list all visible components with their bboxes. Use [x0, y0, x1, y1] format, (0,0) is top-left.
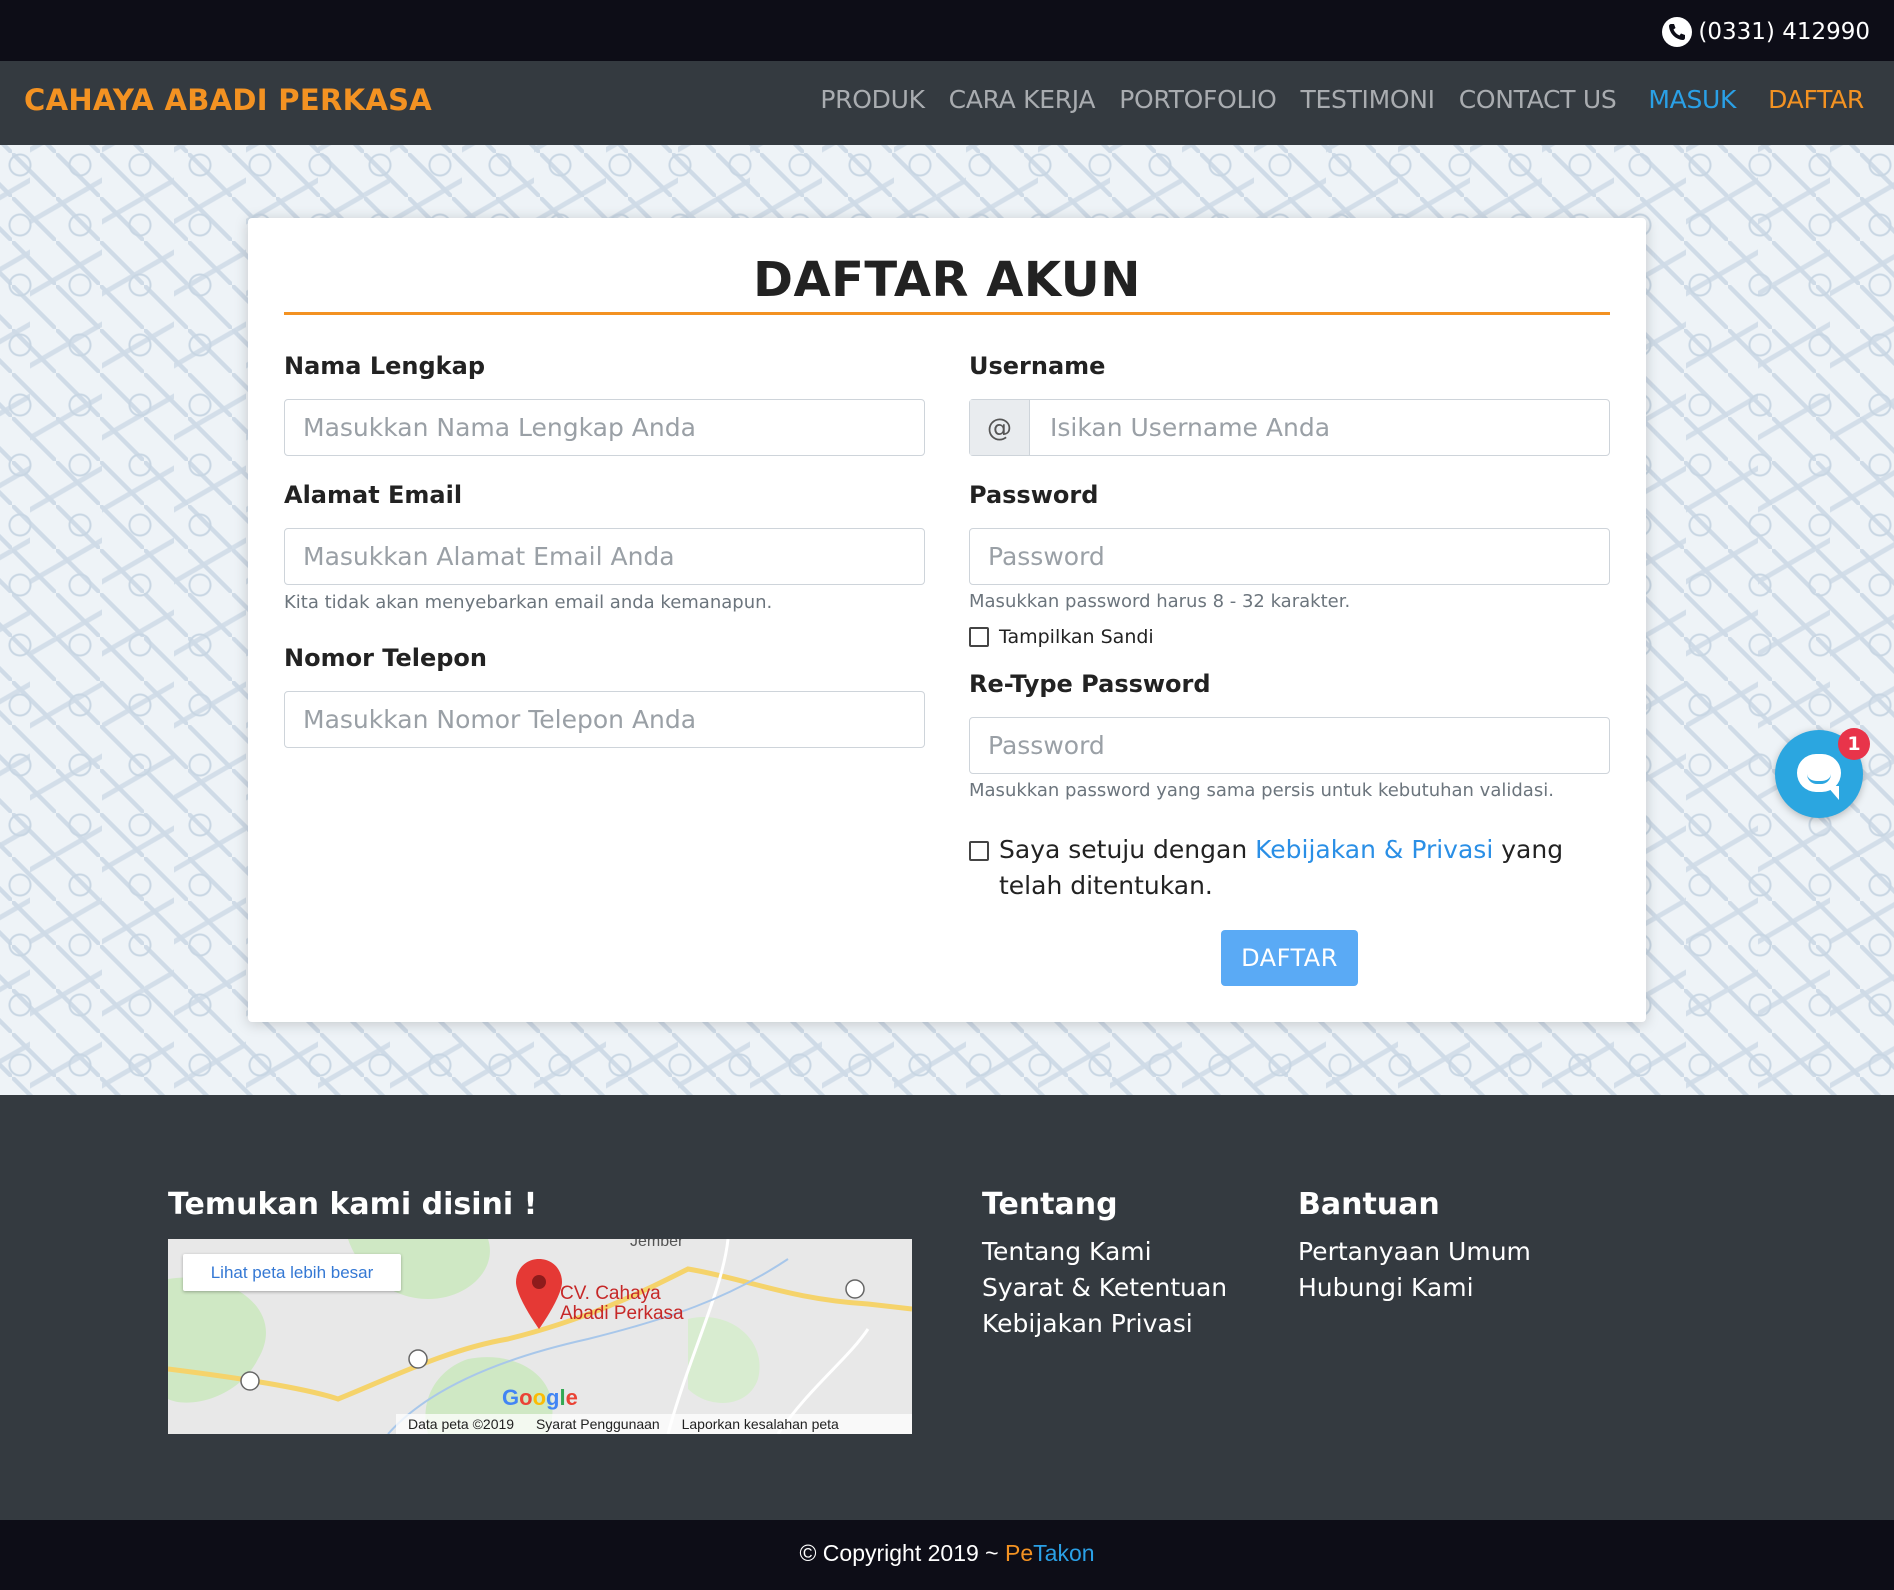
nama-input[interactable]: Masukkan Nama Lengkap Anda: [284, 399, 925, 456]
retype-label: Re-Type Password: [969, 670, 1211, 698]
phone-number: (0331) 412990: [1698, 19, 1870, 45]
map-data-text: Data peta ©2019: [408, 1416, 515, 1432]
username-label: Username: [969, 352, 1106, 380]
nav-masuk[interactable]: MASUK: [1648, 85, 1736, 114]
email-help: Kita tidak akan menyebarkan email anda k…: [284, 592, 773, 613]
chat-icon: [1797, 754, 1841, 800]
footer-link-syarat[interactable]: Syarat & Ketentuan: [982, 1273, 1227, 1302]
show-password-label: Tampilkan Sandi: [999, 626, 1154, 648]
agree-text: Saya setuju dengan Kebijakan & Privasi y…: [999, 832, 1619, 904]
username-input[interactable]: @ Isikan Username Anda: [969, 399, 1610, 456]
nav-portofolio[interactable]: PORTOFOLIO: [1119, 85, 1277, 114]
footer-link-tentang-kami[interactable]: Tentang Kami: [982, 1237, 1152, 1266]
at-sign-addon: @: [970, 400, 1030, 455]
map-place-line2: Abadi Perkasa: [560, 1303, 684, 1324]
footer-link-hubungi[interactable]: Hubungi Kami: [1298, 1273, 1474, 1302]
password-label: Password: [969, 481, 1099, 509]
google-logo: Google: [502, 1385, 578, 1410]
navbar: CAHAYA ABADI PERKASA PRODUK CARA KERJA P…: [0, 61, 1894, 145]
title-divider: [284, 312, 1610, 315]
top-bar: (0331) 412990: [0, 0, 1894, 61]
nav-contact-us[interactable]: CONTACT US: [1459, 85, 1617, 114]
find-us-title: Temukan kami disini !: [168, 1187, 538, 1222]
map-place-line1: CV. Cahaya: [560, 1283, 661, 1304]
map-place-label: CV. Cahaya Abadi Perkasa: [560, 1284, 684, 1324]
page-title: DAFTAR AKUN: [753, 252, 1141, 308]
brand-pe[interactable]: Pe: [1005, 1540, 1033, 1566]
map-attribution-bar: Data peta ©2019 Syarat Penggunaan Lapork…: [396, 1414, 912, 1434]
phone-contact[interactable]: (0331) 412990: [1662, 17, 1870, 47]
email-input[interactable]: Masukkan Alamat Email Anda: [284, 528, 925, 585]
privacy-policy-link[interactable]: Kebijakan & Privasi: [1255, 835, 1493, 864]
footer-link-faq[interactable]: Pertanyaan Umum: [1298, 1237, 1531, 1266]
brand-logo[interactable]: CAHAYA ABADI PERKASA: [24, 83, 432, 117]
password-input[interactable]: Password: [969, 528, 1610, 585]
username-placeholder: Isikan Username Anda: [1050, 413, 1331, 442]
copyright-prefix: © Copyright 2019 ~: [799, 1540, 1006, 1566]
nav-testimoni[interactable]: TESTIMONI: [1301, 85, 1436, 114]
register-card: DAFTAR AKUN Nama Lengkap Masukkan Nama L…: [248, 218, 1646, 1022]
view-larger-map-link[interactable]: Lihat peta lebih besar: [183, 1254, 401, 1291]
nama-label: Nama Lengkap: [284, 352, 486, 380]
password-help: Masukkan password harus 8 - 32 karakter.: [969, 591, 1351, 612]
footer-link-kebijakan[interactable]: Kebijakan Privasi: [982, 1309, 1193, 1338]
copyright-bar: © Copyright 2019 ~ PeTakon: [0, 1520, 1894, 1590]
copyright-text: © Copyright 2019 ~ PeTakon: [0, 1540, 1894, 1567]
agree-checkbox[interactable]: [969, 841, 989, 861]
nav-daftar[interactable]: DAFTAR: [1768, 85, 1864, 114]
telepon-label: Nomor Telepon: [284, 644, 487, 672]
retype-password-input[interactable]: Password: [969, 717, 1610, 774]
map-terms-link[interactable]: Syarat Penggunaan: [536, 1416, 660, 1432]
telepon-input[interactable]: Masukkan Nomor Telepon Anda: [284, 691, 925, 748]
daftar-submit-button[interactable]: DAFTAR: [1221, 930, 1358, 986]
brand-takon[interactable]: Takon: [1033, 1540, 1094, 1566]
show-password-checkbox[interactable]: [969, 627, 989, 647]
agree-prefix: Saya setuju dengan: [999, 835, 1256, 864]
bantuan-title: Bantuan: [1298, 1187, 1440, 1222]
email-label: Alamat Email: [284, 481, 463, 509]
embedded-map[interactable]: Lihat peta lebih besar Jember CV. Cahaya…: [168, 1239, 912, 1434]
nav-cara-kerja[interactable]: CARA KERJA: [949, 85, 1096, 114]
phone-icon: [1662, 17, 1693, 47]
map-town-label: Jember: [630, 1239, 684, 1250]
tentang-title: Tentang: [982, 1187, 1118, 1222]
chat-notification-badge: 1: [1838, 728, 1870, 760]
nav-links: PRODUK CARA KERJA PORTOFOLIO TESTIMONI C…: [796, 85, 1864, 114]
nav-produk[interactable]: PRODUK: [820, 85, 925, 114]
retype-help: Masukkan password yang sama persis untuk…: [969, 780, 1554, 801]
map-report-link[interactable]: Laporkan kesalahan peta: [682, 1416, 839, 1432]
